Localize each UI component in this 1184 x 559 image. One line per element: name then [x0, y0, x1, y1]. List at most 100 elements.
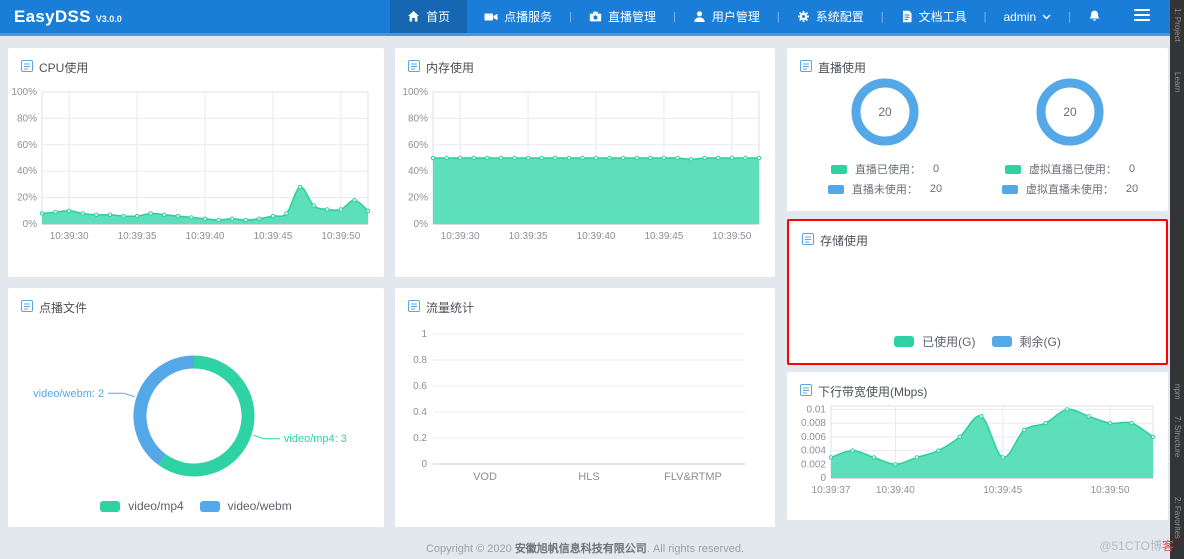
toolwindow-button-favorites[interactable]: 2: Favorites: [1173, 497, 1182, 539]
list-icon: [21, 300, 33, 315]
legend-swatch-green: [894, 336, 915, 347]
notifications-bell-button[interactable]: [1071, 0, 1118, 33]
legend-swatch-blue: [827, 184, 844, 194]
virtual-live-usage-donut: 20: [1032, 74, 1108, 155]
list-icon: [21, 60, 33, 75]
hamburger-menu-button[interactable]: [1118, 0, 1166, 33]
bell-icon: [1087, 7, 1102, 27]
legend-item[interactable]: 剩余(G): [991, 333, 1061, 350]
svg-text:0: 0: [421, 459, 427, 470]
svg-text:10:39:50: 10:39:50: [321, 231, 360, 242]
svg-text:video/webm: 2: video/webm: 2: [33, 388, 104, 400]
live-usage-donut: 20: [847, 74, 923, 155]
svg-text:10:39:50: 10:39:50: [712, 231, 751, 242]
nav-item-label: 直播管理: [607, 10, 656, 24]
svg-text:10:39:35: 10:39:35: [118, 231, 157, 242]
svg-text:VOD: VOD: [473, 471, 497, 483]
memory-usage-chart: 100% 80% 60% 40% 20% 0% 10:39:30 10:39:35 10:39:…: [399, 82, 771, 265]
nav-item-label: 点播服务: [504, 10, 553, 24]
user-menu-admin[interactable]: admin: [986, 0, 1068, 33]
nav-item-live-management[interactable]: 直播管理: [572, 0, 673, 33]
legend-swatch-blue: [991, 336, 1012, 347]
panel-title-text: CPU使用: [39, 61, 89, 75]
panel-title: 存储使用: [789, 221, 1166, 249]
svg-text:100%: 100%: [402, 87, 428, 98]
panel-title-text: 点播文件: [39, 301, 88, 315]
nav-item-home[interactable]: 首页: [390, 0, 468, 33]
legend-swatch-green: [100, 500, 121, 512]
toolwindow-button-structure[interactable]: 7: Structure: [1173, 416, 1182, 457]
svg-text:100%: 100%: [12, 87, 37, 98]
copyright-prefix: Copyright © 2020: [425, 543, 515, 555]
legend-item[interactable]: 虚拟直播已使用： 0: [1004, 161, 1136, 177]
nav-item-label: 用户管理: [711, 10, 760, 24]
legend-value: 0: [1128, 163, 1136, 175]
copyright-suffix: . All rights reserved.: [646, 543, 745, 555]
home-icon: [407, 10, 420, 23]
svg-text:80%: 80%: [17, 113, 37, 124]
camera-icon: [589, 10, 602, 23]
nav-item-user-management[interactable]: 用户管理: [676, 0, 777, 33]
brand-logo[interactable]: EasyDSS V3.0.0: [14, 7, 122, 27]
video-camera-icon: [484, 10, 498, 23]
svg-text:10:39:30: 10:39:30: [50, 231, 89, 242]
svg-text:20: 20: [1063, 105, 1077, 119]
svg-text:0%: 0%: [23, 219, 38, 230]
legend-value: 20: [1125, 183, 1139, 195]
panel-title: 点播文件: [8, 288, 384, 316]
cpu-usage-panel: CPU使用 100% 80% 60% 40% 20% 0% 10:39:30 10:39:35…: [8, 48, 384, 277]
svg-text:0.6: 0.6: [413, 381, 427, 392]
storage-legend: 已使用(G) 剩余(G): [789, 333, 1166, 350]
panel-title: 下行带宽使用(Mbps): [787, 372, 1168, 400]
gear-icon: [797, 10, 810, 23]
nav-item-doc-tools[interactable]: 文档工具: [884, 0, 984, 33]
toolwindow-button-learn[interactable]: Learn: [1173, 72, 1182, 92]
nav-item-vod-service[interactable]: 点播服务: [467, 0, 569, 33]
legend-label: video/webm: [227, 499, 292, 513]
legend-item[interactable]: 已使用(G): [894, 333, 976, 350]
nav-item-system-config[interactable]: 系统配置: [780, 0, 881, 33]
legend-item[interactable]: video/webm: [199, 499, 292, 513]
panel-title-text: 内存使用: [426, 61, 475, 75]
nav-item-label: 文档工具: [918, 10, 967, 24]
traffic-stats-panel: 流量统计 1 0.8 0.6 0.4 0.2 0 VOD HLS FLV&RTMP: [395, 288, 775, 527]
legend-item[interactable]: 直播已使用： 0: [830, 161, 940, 177]
svg-text:10:39:35: 10:39:35: [509, 231, 548, 242]
legend-label: 剩余(G): [1019, 335, 1061, 349]
legend-item[interactable]: 虚拟直播未使用： 20: [1001, 181, 1139, 197]
legend-swatch-green: [830, 164, 847, 174]
svg-text:10:39:45: 10:39:45: [253, 231, 292, 242]
svg-text:0.01: 0.01: [807, 404, 827, 415]
nav-item-label: 首页: [426, 10, 451, 24]
vod-files-legend: video/mp4 video/webm: [8, 499, 384, 513]
legend-value: 0: [932, 163, 940, 175]
downlink-bandwidth-panel: 下行带宽使用(Mbps) 0.01 0.008 0.006 0.004 0.002 0 10…: [787, 372, 1168, 520]
svg-text:0%: 0%: [414, 219, 429, 230]
live-usage-legend: 直播已使用： 0 直播未使用： 20: [801, 161, 969, 197]
svg-text:20%: 20%: [17, 193, 37, 204]
legend-label: 已使用(G): [922, 335, 976, 349]
svg-text:10:39:37: 10:39:37: [812, 485, 851, 496]
toolwindow-button-npm[interactable]: npm: [1173, 384, 1182, 400]
vod-files-donut-chart: video/mp4: 3 video/webm: 2: [22, 320, 370, 507]
legend-item[interactable]: video/mp4: [100, 499, 184, 513]
svg-text:0: 0: [820, 473, 826, 484]
svg-text:20: 20: [878, 105, 892, 119]
toolwindow-button-project[interactable]: 1: Project: [1173, 8, 1182, 42]
legend-label: 虚拟直播已使用：: [1028, 164, 1117, 176]
svg-text:0.004: 0.004: [801, 446, 826, 457]
watermark-text-red: 客: [1161, 539, 1174, 553]
svg-text:10:39:40: 10:39:40: [577, 231, 616, 242]
legend-item[interactable]: 直播未使用： 20: [827, 181, 942, 197]
svg-text:10:39:45: 10:39:45: [983, 485, 1022, 496]
svg-text:0.002: 0.002: [801, 459, 826, 470]
traffic-stats-chart: 1 0.8 0.6 0.4 0.2 0 VOD HLS FLV&RTMP: [405, 320, 761, 507]
list-icon: [800, 384, 812, 399]
legend-label: 直播未使用：: [851, 184, 918, 196]
list-icon: [408, 60, 420, 75]
svg-text:10:39:30: 10:39:30: [441, 231, 480, 242]
panel-title: CPU使用: [8, 48, 384, 76]
downlink-bandwidth-chart: 0.01 0.008 0.006 0.004 0.002 0 10:39:37 10:39:4…: [791, 398, 1163, 511]
list-icon: [802, 233, 814, 248]
watermark-text: @51CTO博: [1099, 539, 1162, 553]
